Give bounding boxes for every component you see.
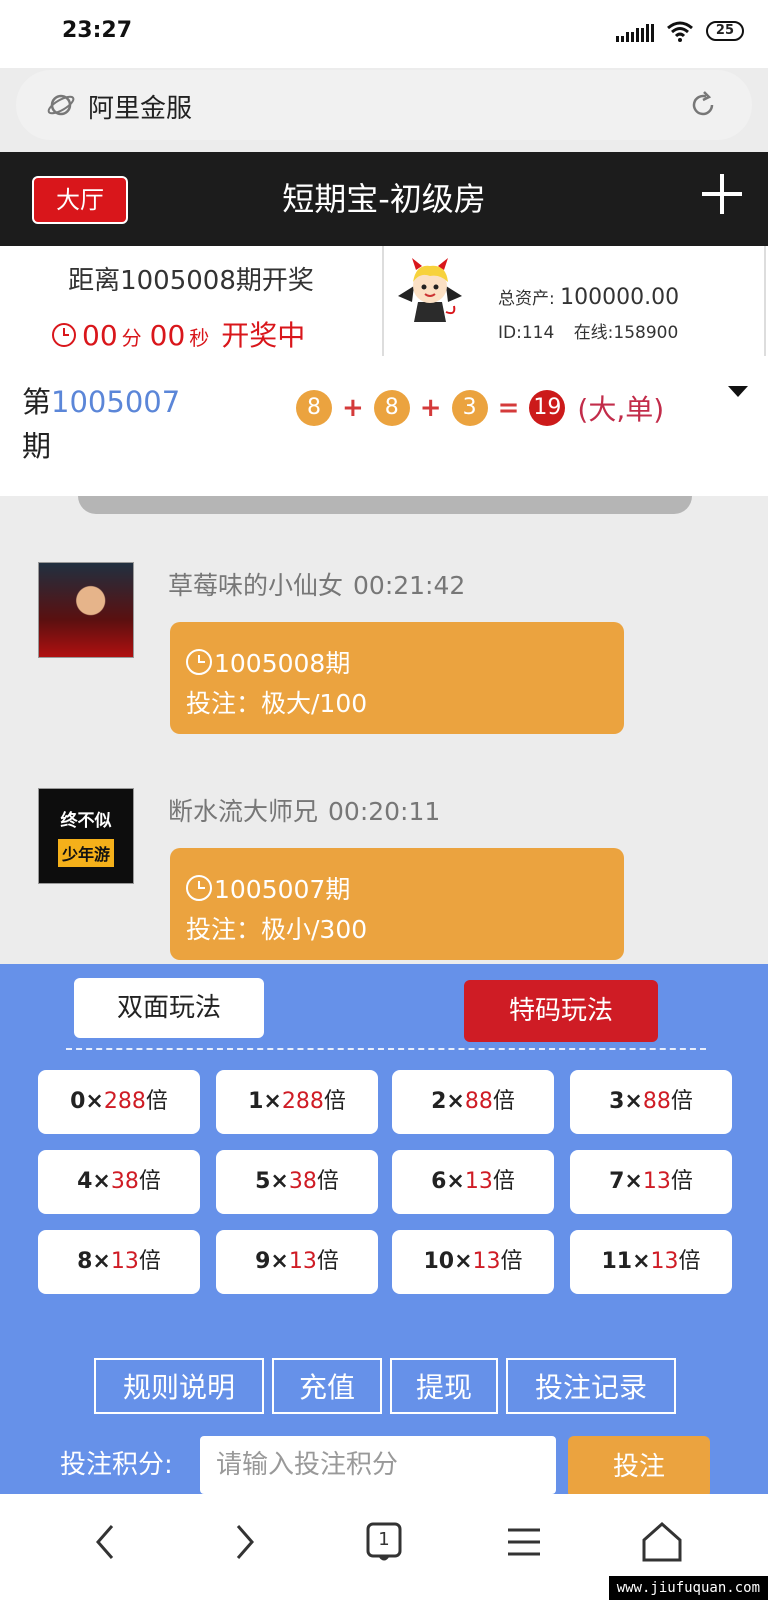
tab-count: 1 — [378, 1529, 390, 1550]
lobby-button[interactable]: 大厅 — [32, 176, 128, 224]
odds-cell[interactable]: 2×88倍 — [392, 1070, 554, 1134]
bet-bubble: 1005008期 投注：极大/100 — [170, 622, 624, 734]
clock-icon — [52, 323, 76, 347]
draw-state: 开奖中 — [221, 319, 306, 352]
equals-sign: = — [497, 393, 520, 423]
period-prefix: 第 — [22, 385, 52, 419]
odds-cell[interactable]: 6×13倍 — [392, 1150, 554, 1214]
bubble-period: 1005008期 — [214, 649, 351, 678]
period-number: 1005007 — [51, 385, 181, 419]
bet-bubble: 1005007期 投注：极小/300 — [170, 848, 624, 960]
chat-username: 草莓味的小仙女 00:21:42 — [168, 571, 466, 600]
avatar[interactable] — [38, 562, 134, 658]
odds-cell[interactable]: 0×288倍 — [38, 1070, 200, 1134]
tab-special-code[interactable]: 特码玩法 — [464, 980, 658, 1042]
odds-cell[interactable]: 8×13倍 — [38, 1230, 200, 1294]
clock-icon — [186, 875, 212, 901]
odds-cell[interactable]: 5×38倍 — [216, 1150, 378, 1214]
cell-signal-icon — [615, 20, 654, 42]
bet-points-label: 投注积分: — [60, 1450, 173, 1480]
url-bar[interactable]: 阿里金服 — [16, 70, 752, 140]
draw-period: 第1005007 期 — [22, 380, 192, 468]
tabs-icon[interactable]: 1 — [354, 1512, 414, 1572]
draw-info-panel: 距离1005008期开奖 00 分 00 秒 开奖中 总资产: 100000.0… — [0, 246, 768, 358]
wifi-icon — [666, 21, 693, 42]
divider — [382, 246, 384, 356]
home-icon[interactable] — [632, 1512, 692, 1572]
assets-value: 100000.00 — [560, 285, 680, 310]
countdown-label: 距离1005008期开奖 — [68, 266, 314, 296]
odds-cell[interactable]: 1×288倍 — [216, 1070, 378, 1134]
betting-panel: 双面玩法 特码玩法 0×288倍 1×288倍 2×88倍 3×88倍 4×38倍 5×3… — [0, 964, 768, 1498]
online-count: 在线:158900 — [573, 323, 679, 343]
odds-grid[interactable]: 0×288倍 1×288倍 2×88倍 3×88倍 4×38倍 5×38倍 6×13倍 7×1… — [0, 1062, 768, 1308]
user-id: ID:114 — [498, 323, 555, 343]
bubble-period: 1005007期 — [214, 875, 351, 904]
seconds-unit: 秒 — [189, 326, 210, 350]
withdraw-button[interactable]: 提现 — [390, 1358, 498, 1414]
reload-icon[interactable] — [688, 90, 718, 120]
avatar-text: 终不似 — [60, 810, 112, 831]
odds-cell[interactable]: 3×88倍 — [570, 1070, 732, 1134]
planet-icon — [47, 94, 75, 116]
odds-cell[interactable]: 11×13倍 — [570, 1230, 732, 1294]
bet-records-button[interactable]: 投注记录 — [506, 1358, 676, 1414]
tab-double-sided[interactable]: 双面玩法 — [74, 978, 264, 1038]
user-id-line: ID:114 在线:158900 — [498, 318, 678, 343]
period-suffix: 期 — [22, 429, 52, 463]
forward-icon[interactable] — [214, 1512, 274, 1572]
ball-3: 3 — [451, 390, 488, 426]
recharge-button[interactable]: 充值 — [272, 1358, 382, 1414]
divider — [66, 1048, 706, 1050]
result-tags: (大,单) — [577, 393, 665, 426]
avatar-text: 少年游 — [57, 838, 114, 867]
assets-label: 总资产: — [498, 289, 555, 309]
watermark: www.jiufuquan.com — [608, 1576, 768, 1600]
clock-icon — [186, 649, 212, 675]
app-header: 短期宝-初级房 大厅 — [0, 152, 768, 246]
right-border — [764, 246, 766, 356]
browser-nav-bar: 1 www.jiufuquan.com — [0, 1494, 768, 1600]
back-icon[interactable] — [76, 1512, 136, 1572]
clock-time: 23:27 — [62, 18, 133, 43]
devil-avatar[interactable] — [394, 256, 466, 328]
battery-icon: 25 — [705, 21, 744, 41]
sum-ball: 19 — [529, 390, 566, 426]
draw-balls: 8 + 8 + 3 = 19 (大,单) — [296, 388, 664, 428]
odds-cell[interactable]: 7×13倍 — [570, 1150, 732, 1214]
notice-bar — [78, 496, 692, 514]
minutes-unit: 分 — [121, 326, 142, 350]
url-text: 阿里金服 — [88, 94, 193, 124]
plus-sign: + — [419, 393, 442, 423]
countdown-minutes: 00 — [82, 319, 118, 352]
avatar[interactable]: 终不似 少年游 — [38, 788, 134, 884]
bubble-bet: 投注：极大/100 — [186, 689, 368, 718]
plus-sign: + — [342, 393, 364, 423]
status-icons: 25 — [615, 20, 744, 42]
chat-username: 断水流大师兄 00:20:11 — [168, 797, 441, 826]
rules-button[interactable]: 规则说明 — [94, 1358, 264, 1414]
odds-cell[interactable]: 9×13倍 — [216, 1230, 378, 1294]
countdown-timer: 00 分 00 秒 开奖中 — [52, 314, 305, 354]
place-bet-button[interactable]: 投注 — [568, 1436, 710, 1498]
odds-cell[interactable]: 10×13倍 — [392, 1230, 554, 1294]
ball-2: 8 — [373, 390, 410, 426]
total-assets: 总资产: 100000.00 — [498, 284, 679, 310]
odds-cell[interactable]: 4×38倍 — [38, 1150, 200, 1214]
countdown-seconds: 00 — [149, 319, 186, 352]
bet-chat-feed[interactable]: 草莓味的小仙女 00:21:42 1005008期 投注：极大/100 终不似 少… — [0, 496, 768, 964]
status-bar: 23:27 25 — [0, 0, 768, 68]
plus-icon[interactable] — [702, 174, 742, 214]
last-draw-result[interactable]: 第1005007 期 8 + 8 + 3 = 19 (大,单) — [0, 356, 768, 496]
bet-points-input[interactable] — [200, 1436, 556, 1494]
menu-icon[interactable] — [494, 1512, 554, 1572]
ball-1: 8 — [296, 390, 332, 426]
bubble-bet: 投注：极小/300 — [186, 915, 368, 944]
expand-caret-icon[interactable] — [728, 386, 748, 397]
